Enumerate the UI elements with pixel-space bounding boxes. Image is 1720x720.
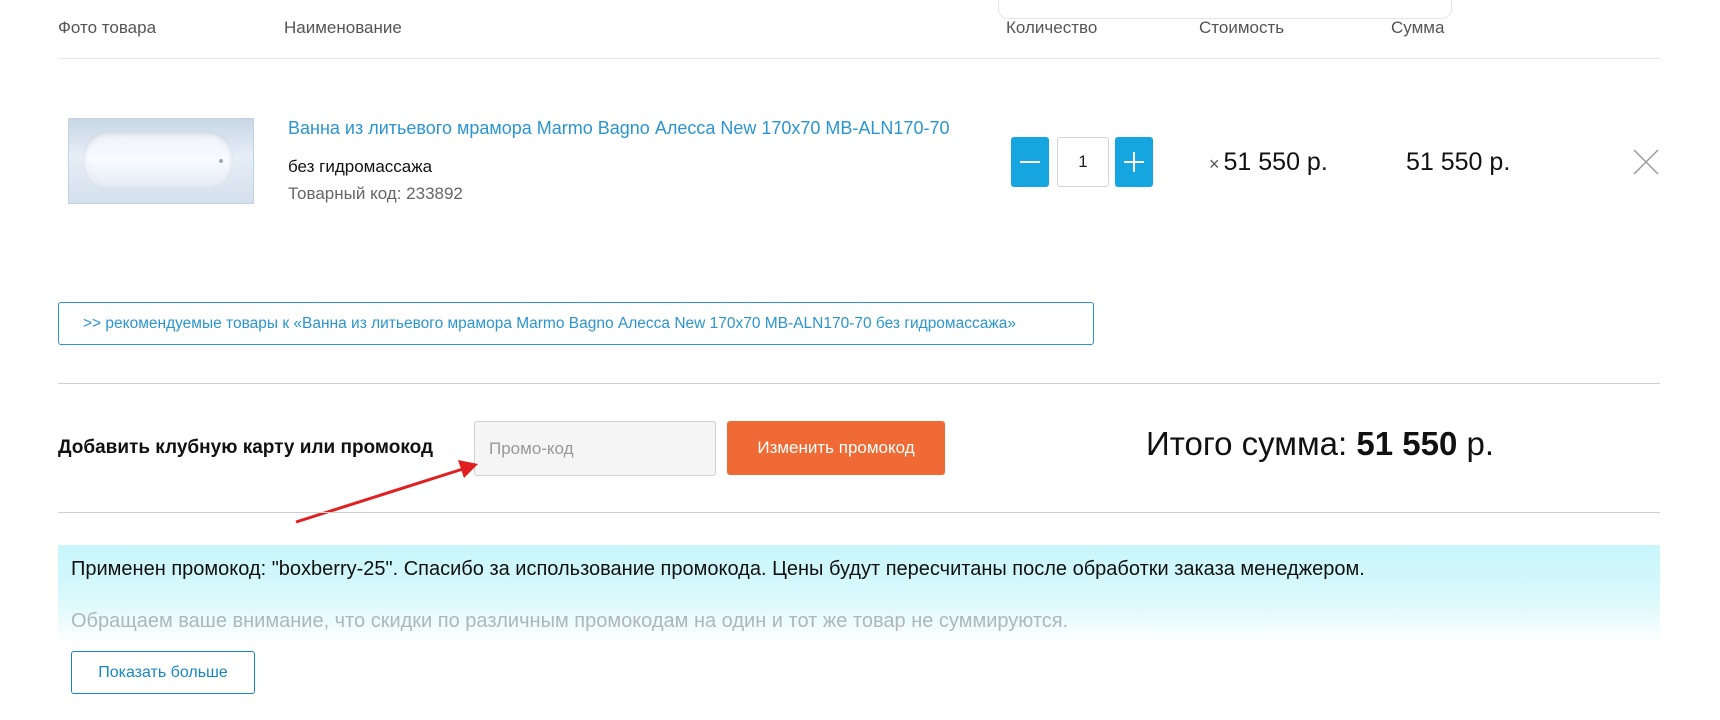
- cart-page: Фото товара Наименование Количество Стои…: [0, 0, 1720, 720]
- quantity-decrease-button[interactable]: [1011, 137, 1049, 187]
- change-promo-button[interactable]: Изменить промокод: [727, 421, 945, 475]
- product-photo[interactable]: [68, 118, 254, 204]
- quantity-increase-button[interactable]: [1115, 137, 1153, 187]
- notice-warning-text: Обращаем ваше внимание, что скидки по ра…: [71, 610, 1069, 632]
- item-unit-cost: × 51 550 р.: [1209, 148, 1328, 177]
- annotation-arrow-icon: [295, 460, 478, 524]
- times-sign: ×: [1209, 154, 1220, 174]
- product-title-link[interactable]: Ванна из литьевого мрамора Marmo Bagno А…: [288, 118, 949, 139]
- column-header-name: Наименование: [284, 18, 402, 37]
- dropdown-panel-edge: [998, 0, 1452, 19]
- recommended-products-button[interactable]: >> рекомендуемые товары к «Ванна из лить…: [58, 302, 1094, 345]
- column-header-sum: Сумма: [1391, 18, 1445, 37]
- minus-icon: [1020, 161, 1040, 163]
- section-divider-top: [58, 383, 1660, 384]
- plus-icon-vertical: [1133, 152, 1135, 172]
- notice-applied-text: Применен промокод: "boxberry-25". Спасиб…: [71, 558, 1365, 580]
- header-divider: [58, 58, 1660, 59]
- item-sum: 51 550 р.: [1406, 148, 1511, 176]
- promo-code-input[interactable]: [474, 421, 716, 476]
- column-header-quantity: Количество: [1006, 18, 1098, 37]
- total-label: Итого сумма:: [1146, 425, 1348, 462]
- remove-item-button[interactable]: [1632, 148, 1660, 176]
- show-more-button[interactable]: Показать больше: [71, 651, 255, 694]
- unit-cost-value: 51 550 р.: [1223, 148, 1328, 176]
- column-header-cost: Стоимость: [1199, 18, 1285, 37]
- order-total: Итого сумма: 51 550 р.: [1146, 425, 1494, 463]
- total-currency: р.: [1466, 425, 1494, 462]
- product-code: Товарный код: 233892: [288, 184, 463, 203]
- promo-notice: Применен промокод: "boxberry-25". Спасиб…: [58, 545, 1660, 645]
- promo-label: Добавить клубную карту или промокод: [58, 437, 433, 458]
- total-amount: 51 550: [1356, 425, 1458, 462]
- quantity-input[interactable]: [1057, 137, 1109, 187]
- drain-hole: [219, 159, 223, 163]
- bathtub-photo: [83, 131, 233, 189]
- product-option: без гидромассажа: [288, 157, 433, 176]
- column-header-photo: Фото товара: [58, 18, 157, 37]
- section-divider-bottom: [58, 512, 1660, 513]
- close-icon: [1633, 149, 1659, 175]
